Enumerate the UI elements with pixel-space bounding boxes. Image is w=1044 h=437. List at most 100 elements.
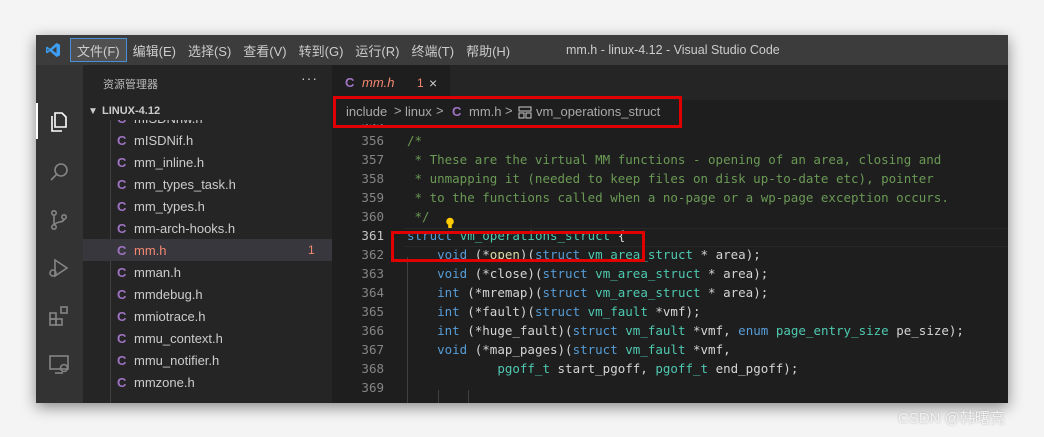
code-token: enum	[738, 323, 769, 338]
files-icon[interactable]	[44, 107, 74, 137]
more-actions-icon[interactable]: ···	[301, 70, 318, 86]
line-number: 357	[361, 152, 384, 167]
code-line: 359 * to the functions called when a no-…	[332, 190, 1008, 209]
code-token: * to the functions called when a no-page…	[407, 190, 949, 205]
code-line: 366 int (*huge_fault)(struct vm_fault *v…	[332, 323, 1008, 342]
line-number: 366	[361, 323, 384, 338]
search-icon[interactable]	[44, 157, 74, 187]
code-token: pgoff_t	[655, 361, 709, 376]
breadcrumb-highlight-box	[333, 96, 682, 128]
c-file-icon: C	[117, 264, 127, 280]
code-editor[interactable]: 355356/*357 * These are the virtual MM f…	[332, 124, 1008, 403]
code-text: void (*close)(struct vm_area_struct * ar…	[407, 266, 768, 281]
file-name: mm.h	[134, 242, 167, 258]
file-item[interactable]: Cmm_inline.h	[83, 151, 332, 173]
file-name: mmu_context.h	[134, 330, 223, 346]
activity-bar	[36, 65, 83, 403]
code-token: */	[407, 209, 430, 224]
file-name: mmu_notifier.h	[134, 352, 220, 368]
code-line: 356 /*	[332, 133, 1008, 152]
tab-label: mm.h	[362, 75, 395, 90]
code-token: *vmf,	[685, 342, 731, 357]
explorer-sidebar: 资源管理器 ··· ▼ LINUX-4.12 CmISDNhw.hCmISDNi…	[83, 65, 332, 403]
code-token: struct	[572, 323, 618, 338]
code-token: int	[437, 285, 460, 300]
code-token: (*mremap)(	[459, 285, 543, 300]
menu-item[interactable]: 转到(G)	[293, 35, 350, 65]
code-token: * area);	[700, 285, 769, 300]
menu-item[interactable]: 编辑(E)	[127, 35, 182, 65]
menu-item[interactable]: 选择(S)	[182, 35, 237, 65]
code-token: vm_fault	[587, 304, 648, 319]
file-item[interactable]: Cmmiotrace.h	[83, 305, 332, 327]
explorer-title: 资源管理器	[103, 79, 158, 91]
menu-item[interactable]: 查看(V)	[237, 35, 292, 65]
line-number: 367	[361, 342, 384, 357]
code-line: 367 void (*map_pages)(struct vm_fault *v…	[332, 342, 1008, 361]
file-item[interactable]: Cmman.h	[83, 261, 332, 283]
code-token: struct	[534, 304, 581, 319]
code-line: 363 void (*close)(struct vm_area_struct …	[332, 266, 1008, 285]
file-item[interactable]: CmISDNhw.h	[83, 120, 332, 129]
close-icon[interactable]: ×	[429, 75, 437, 91]
code-token: page_entry_size	[775, 323, 889, 338]
run-debug-icon[interactable]	[44, 253, 74, 283]
line-number: 365	[361, 304, 384, 319]
file-item[interactable]: Cmm_types_task.h	[83, 173, 332, 195]
c-file-icon: C	[117, 330, 127, 346]
file-item[interactable]: Cmm_types.h	[83, 195, 332, 217]
code-text: * unmapping it (needed to keep files on …	[407, 171, 934, 186]
file-item[interactable]: Cmm-arch-hooks.h	[83, 217, 332, 239]
file-list: CmISDNhw.hCmISDNif.hCmm_inline.hCmm_type…	[83, 120, 332, 403]
editor-tabs: C mm.h 1 ×	[332, 65, 1008, 100]
line-number: 356	[361, 133, 384, 148]
menu-item[interactable]: 运行(R)	[349, 35, 405, 65]
menu-item[interactable]: 文件(F)	[70, 38, 127, 62]
code-token: *vmf,	[685, 323, 739, 338]
file-item[interactable]: Cmmu_notifier.h	[83, 349, 332, 371]
code-line: 368 pgoff_t start_pgoff, pgoff_t end_pgo…	[332, 361, 1008, 380]
line-number: 368	[361, 361, 384, 376]
code-text: pgoff_t start_pgoff, pgoff_t end_pgoff);	[407, 361, 798, 376]
code-token: void	[437, 266, 468, 281]
extensions-icon[interactable]	[44, 301, 74, 331]
menu-item[interactable]: 帮助(H)	[460, 35, 516, 65]
file-name: mISDNhw.h	[134, 120, 203, 126]
file-item[interactable]: Cmm.h 1	[83, 239, 332, 261]
source-control-icon[interactable]	[44, 205, 74, 235]
file-name: mman.h	[134, 264, 181, 280]
menu-item[interactable]: 终端(T)	[405, 35, 460, 65]
file-item[interactable]: Cmmzone.h	[83, 371, 332, 393]
struct-highlight-box	[391, 231, 645, 262]
code-token: void	[437, 342, 468, 357]
menu-bar: 文件(F) 编辑(E) 选择(S) 查看(V) 转到(G) 运行(R) 终端(T) 帮助(H)	[70, 35, 516, 65]
c-file-icon: C	[117, 198, 127, 214]
window-title: mm.h - linux-4.12 - Visual Studio Code	[566, 43, 780, 57]
file-name: mmdebug.h	[134, 286, 203, 302]
file-name: mmiotrace.h	[134, 308, 206, 324]
vscode-logo-icon	[36, 35, 70, 65]
file-item[interactable]: Cmmdebug.h	[83, 283, 332, 305]
line-number: 358	[361, 171, 384, 186]
file-name: mm_inline.h	[134, 154, 205, 170]
file-item[interactable]: Cmmu_context.h	[83, 327, 332, 349]
line-number: 362	[361, 247, 384, 262]
code-token: (*map_pages)(	[467, 342, 573, 357]
workspace-folder[interactable]: ▼ LINUX-4.12	[88, 102, 160, 120]
c-file-icon: C	[117, 176, 127, 192]
tab-mm-h[interactable]: C mm.h 1 ×	[332, 65, 450, 100]
remote-explorer-icon[interactable]	[44, 349, 74, 379]
code-token: (*close)(	[467, 266, 543, 281]
code-token: end_pgoff);	[708, 361, 799, 376]
code-token: (*huge_fault)(	[459, 323, 573, 338]
file-item[interactable]: CmISDNif.h	[83, 129, 332, 151]
code-line: 364 int (*mremap)(struct vm_area_struct …	[332, 285, 1008, 304]
folder-name: LINUX-4.12	[102, 105, 161, 117]
file-name: mm_types.h	[134, 198, 205, 214]
code-token: struct	[542, 266, 588, 281]
